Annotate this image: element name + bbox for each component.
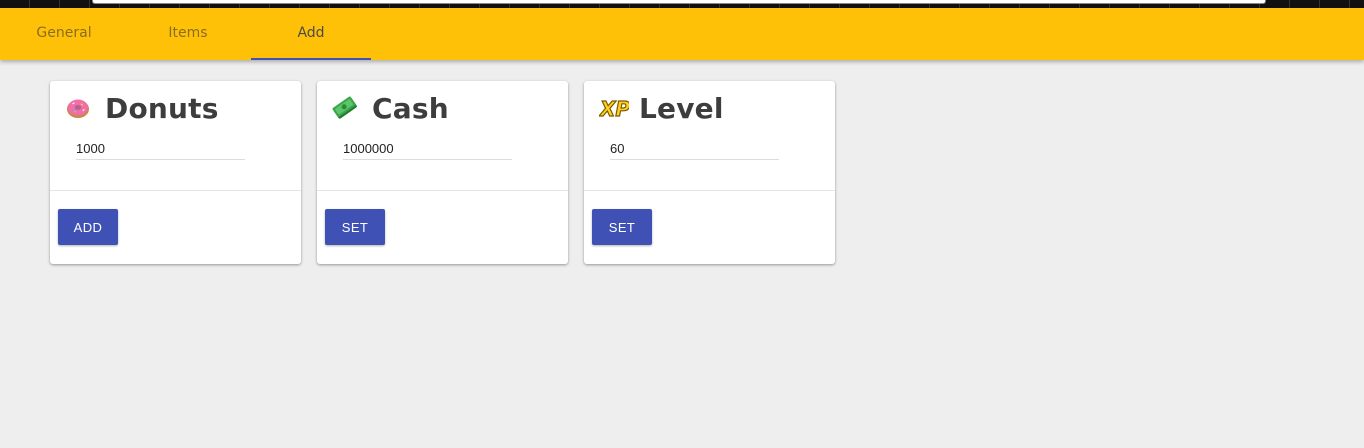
card-title: Level [639,92,724,125]
card-header: Cash [317,81,568,139]
card-divider [317,190,568,191]
add-donuts-button[interactable]: ADD [58,209,118,245]
browser-top-strip [0,0,1364,8]
level-input[interactable] [610,138,779,160]
card-header: Donuts [50,81,301,139]
xp-icon: XP [597,95,631,121]
app-bar: General Items Add [0,8,1364,60]
card-divider [50,190,301,191]
card-title: Donuts [105,92,219,125]
set-level-button[interactable]: SET [592,209,652,245]
cash-input[interactable] [343,138,512,160]
cash-icon [332,95,358,121]
card-title: Cash [372,92,449,125]
svg-text:XP: XP [599,97,629,121]
donuts-card: Donuts ADD [50,81,301,264]
level-card: XP Level SET [584,81,835,264]
donuts-input[interactable] [76,138,245,160]
address-bar[interactable] [92,0,1266,4]
tab-items[interactable]: Items [128,8,248,60]
card-header: XP Level [584,81,835,139]
cash-card: Cash SET [317,81,568,264]
card-divider [584,190,835,191]
active-tab-indicator [251,58,371,60]
tab-general[interactable]: General [4,8,124,60]
donut-icon [65,95,91,121]
tab-add[interactable]: Add [251,8,371,60]
set-cash-button[interactable]: SET [325,209,385,245]
